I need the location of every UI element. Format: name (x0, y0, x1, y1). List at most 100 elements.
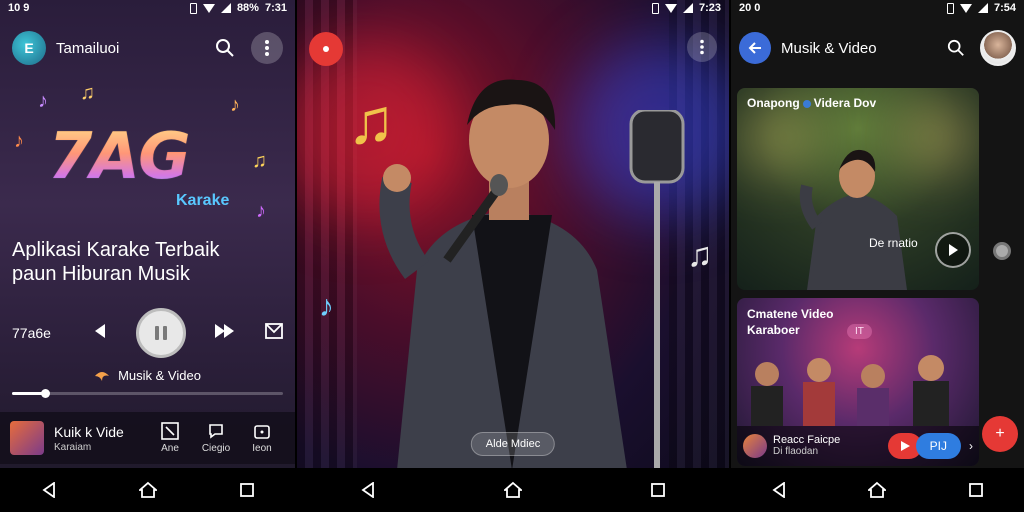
footer-subtitle: Di flaodan (773, 446, 819, 457)
crowd-image (751, 355, 949, 426)
chevron-icon[interactable]: › (969, 439, 973, 453)
status-clock: 7:31 (264, 2, 287, 14)
signal-icon (977, 3, 988, 13)
tab-label: Ane (161, 443, 179, 454)
previous-button[interactable] (94, 323, 106, 343)
battery-icon (189, 2, 197, 14)
now-playing-bar[interactable]: Kuik k Vide Karaiam Ane Ciegio Ieon (0, 412, 295, 464)
system-nav-bar (297, 468, 729, 512)
progress-fill (12, 392, 45, 395)
signal-icon (682, 3, 693, 13)
pause-icon (154, 326, 167, 340)
add-fab-button[interactable]: + (982, 416, 1018, 452)
video-label-chip[interactable]: Alde Mdiec (470, 432, 556, 456)
back-button[interactable] (739, 32, 771, 64)
nav-back-icon[interactable] (361, 482, 375, 498)
status-bar: 20 0 7:54 (731, 0, 1024, 16)
status-clock: 7:54 (993, 2, 1016, 14)
pause-button[interactable] (135, 308, 186, 358)
app-logo-letter: E (24, 40, 34, 56)
status-battery: 88% (236, 2, 259, 14)
nav-home-icon[interactable] (138, 481, 157, 499)
nav-back-icon[interactable] (41, 482, 56, 498)
user-avatar[interactable] (980, 30, 1016, 66)
card-title: Cmatene Video Karaboer (747, 306, 833, 338)
card-title-a: Onapong (747, 96, 800, 110)
search-button[interactable] (209, 32, 241, 64)
chat-icon (209, 424, 223, 439)
app-header: E Tamailuoi (12, 30, 283, 66)
panel-musik-video-list: 20 0 7:54 Musik & Video Onapong Videra Do… (731, 0, 1024, 512)
mic-stand-image (629, 110, 685, 470)
nav-back-icon[interactable] (772, 482, 786, 498)
karaoke-logo: ♪ ♫ ♪ ♫ ♪ ♪ 7AG Karake (14, 82, 270, 222)
box-icon (254, 425, 270, 439)
glow-sign: IT (847, 324, 872, 339)
mail-icon (265, 322, 283, 339)
nav-home-icon[interactable] (868, 481, 887, 499)
stage-light (909, 108, 969, 168)
music-note-icon: ♫ (252, 150, 267, 172)
tab-ciegio[interactable]: Ciegio (193, 422, 239, 454)
status-bar: 7:23 (297, 0, 729, 16)
headline-line1: Aplikasi Karake Terbaik (12, 239, 220, 261)
panel-singer-video: 7:23 ♫ ♪ ♫ Alde Mdiec (297, 0, 729, 512)
more-options-button[interactable] (251, 32, 283, 64)
radio-indicator[interactable] (993, 242, 1011, 260)
logo-main-text: 7AG (48, 120, 191, 194)
progress-knob[interactable] (40, 389, 50, 398)
progress-bar[interactable] (12, 389, 283, 398)
search-button[interactable] (940, 32, 972, 64)
wifi-icon (959, 3, 972, 13)
battery-icon (651, 2, 659, 14)
music-note-icon: ♫ (687, 236, 713, 274)
track-thumbnail (10, 421, 44, 455)
musik-video-label: Musik & Video (118, 368, 201, 383)
music-note-icon: ♪ (319, 290, 334, 323)
nav-recent-icon[interactable] (968, 483, 983, 497)
status-time: 20 0 (739, 2, 761, 14)
system-nav-bar (0, 468, 295, 512)
page-title: Musik & Video (781, 39, 877, 57)
more-options-button[interactable] (687, 32, 717, 62)
add-icon: + (995, 425, 1005, 442)
card-title: Onapong Videra Dov (747, 96, 876, 110)
music-note-icon: ♪ (38, 90, 48, 112)
app-header: Musik & Video (739, 28, 1016, 68)
panel-karaoke-home: 10 9 88% 7:31 E Tamailuoi ♪ ♫ ♪ ♫ ♪ ♪ 7A… (0, 0, 295, 512)
tab-ane[interactable]: Ane (147, 422, 193, 454)
mail-button[interactable] (265, 322, 283, 344)
play-button[interactable] (935, 232, 971, 268)
record-icon (323, 46, 329, 52)
nav-recent-icon[interactable] (650, 483, 665, 497)
video-card[interactable]: Cmatene Video Karaboer IT Reacc Faicpe D… (737, 298, 979, 466)
fast-forward-button[interactable] (215, 323, 235, 343)
nav-home-icon[interactable] (503, 481, 522, 499)
battery-icon (946, 2, 954, 14)
headline-line2: paun Hiburan Musik (12, 263, 190, 285)
status-bar: 10 9 88% 7:31 (0, 0, 295, 16)
music-note-icon: ♪ (256, 200, 266, 222)
card-footer: Reacc Faicpe Di flaodan PIJ › (737, 426, 979, 466)
pill-button[interactable]: PIJ (915, 433, 961, 459)
card-title-line1: Cmatene Video (747, 307, 834, 321)
tab-ieon[interactable]: Ieon (239, 422, 285, 454)
arrow-back-icon (748, 42, 761, 54)
play-icon (949, 244, 958, 256)
music-note-icon: ♪ (230, 94, 240, 116)
musik-video-link[interactable]: Musik & Video (0, 368, 295, 383)
status-time: 10 9 (8, 2, 30, 14)
card-title-line2: Karaboer (747, 323, 800, 337)
app-title: Tamailuoi (56, 39, 120, 57)
music-note-icon: ♪ (14, 130, 24, 152)
nav-recent-icon[interactable] (239, 483, 254, 497)
app-logo-button[interactable]: E (12, 31, 46, 65)
singer-thumbnail (799, 149, 907, 290)
footer-title: Reacc Faicpe (773, 434, 841, 446)
video-card[interactable]: Onapong Videra Dov De rnatio (737, 88, 979, 290)
card-title-b: Videra Dov (813, 96, 877, 110)
headline: Aplikasi Karake Terbaik paun Hiburan Mus… (12, 238, 285, 286)
music-note-icon: ♫ (80, 82, 95, 104)
record-button[interactable] (309, 32, 343, 66)
previous-icon (94, 323, 105, 338)
